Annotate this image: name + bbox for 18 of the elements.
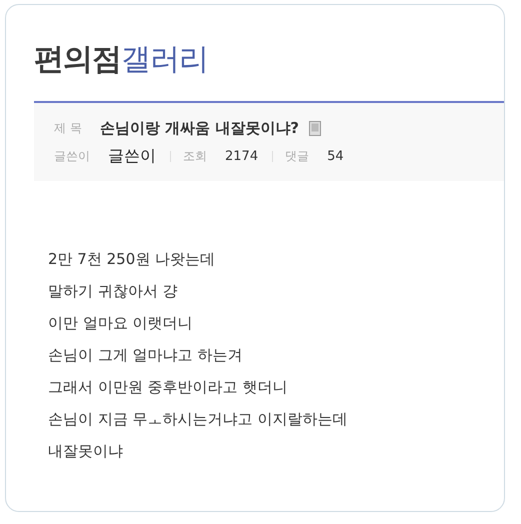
- views-count: 2174: [225, 149, 258, 164]
- document-icon: [308, 121, 321, 136]
- body-text-line: 그래서 이만원 중후반이라고 햇더니: [48, 377, 288, 398]
- author-name: 글쓴이: [108, 146, 156, 167]
- gallery-label: 갤러리: [121, 42, 208, 77]
- comments-count: 54: [327, 149, 344, 164]
- body-text-line: 손님이 지금 무ㅗ하시는거냐고 이지랄하는데: [48, 409, 348, 430]
- comments-label: 댓글: [285, 148, 310, 165]
- body-text-line: 이만 얼마요 이랫더니: [48, 313, 194, 334]
- body-text-line: 손님이 그게 얼마냐고 하는겨: [48, 345, 244, 366]
- body-text-line: 말하기 귀찮아서 걍: [48, 281, 179, 302]
- views-label: 조회: [183, 148, 207, 165]
- subject-label: 제 목: [54, 120, 82, 137]
- gallery-name: 편의점: [34, 42, 121, 77]
- body-text-line: 내잘못이냐: [48, 441, 124, 462]
- author-label: 글쓴이: [54, 148, 90, 165]
- post-subject: 손님이랑 개싸움 내잘못이냐?: [100, 119, 299, 138]
- body-text-line: 2만 7천 250원 나왓는데: [48, 249, 216, 270]
